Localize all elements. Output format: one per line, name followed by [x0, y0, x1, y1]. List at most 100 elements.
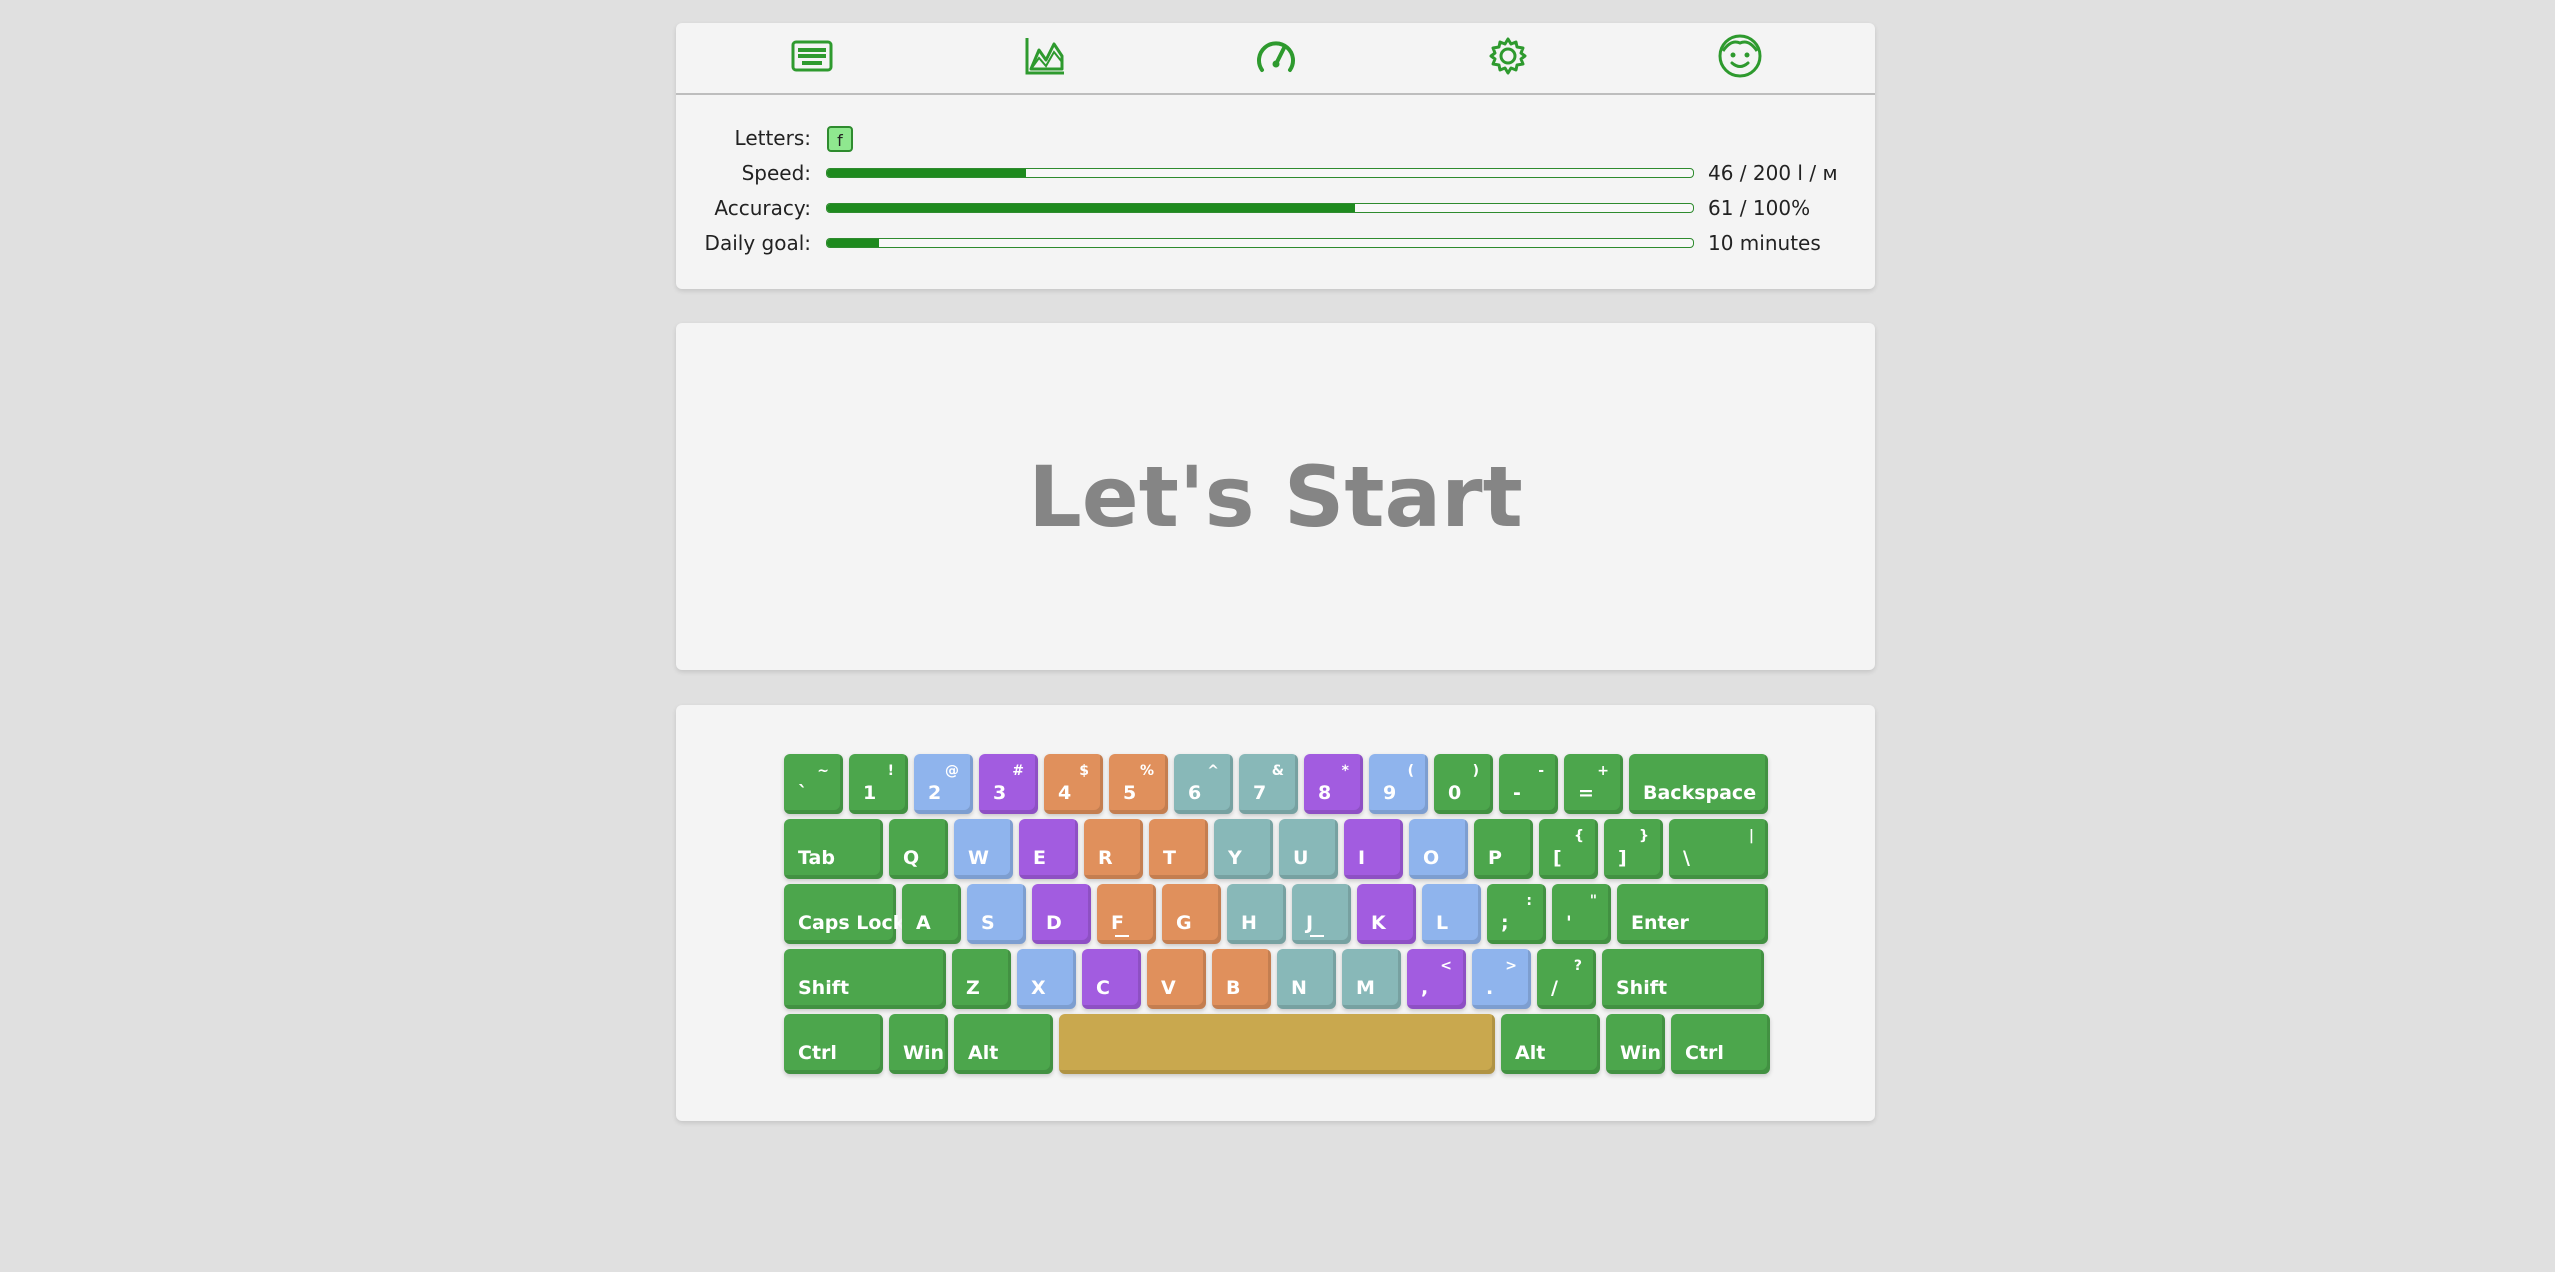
- key-left-bracket[interactable]: [{: [1539, 819, 1598, 879]
- key-shift-label: &: [1271, 763, 1284, 779]
- key-a[interactable]: A: [902, 884, 961, 944]
- key-label: K: [1371, 912, 1386, 934]
- key-g[interactable]: G: [1162, 884, 1221, 944]
- key-1[interactable]: 1!: [849, 754, 908, 814]
- key-label: Ctrl: [798, 1042, 837, 1064]
- key-label: ;: [1501, 912, 1509, 934]
- key-3[interactable]: 3 #: [979, 754, 1038, 814]
- key-label: 6: [1188, 782, 1202, 804]
- key-label: C: [1096, 977, 1110, 999]
- key-9[interactable]: 9(: [1369, 754, 1428, 814]
- key-f[interactable]: F: [1097, 884, 1156, 944]
- key-right-bracket[interactable]: ]}: [1604, 819, 1663, 879]
- key-quote[interactable]: ' ": [1552, 884, 1611, 944]
- key-i[interactable]: I: [1344, 819, 1403, 879]
- key-shift-label: %: [1139, 763, 1154, 779]
- key-label: 2: [928, 782, 942, 804]
- key-win[interactable]: Win: [889, 1014, 948, 1074]
- key-b[interactable]: B: [1212, 949, 1271, 1009]
- key-l[interactable]: L: [1422, 884, 1481, 944]
- key-ctrl[interactable]: Ctrl: [784, 1014, 883, 1074]
- key-d[interactable]: D: [1032, 884, 1091, 944]
- key-label: Z: [966, 977, 980, 999]
- key-enter[interactable]: Enter: [1617, 884, 1768, 944]
- key-period[interactable]: . >: [1472, 949, 1531, 1009]
- key-n[interactable]: N: [1277, 949, 1336, 1009]
- stats-nav-button[interactable]: [1020, 31, 1070, 81]
- key-caps-lock[interactable]: Caps Lock: [784, 884, 905, 944]
- key-j[interactable]: J: [1292, 884, 1351, 944]
- key-label: 0: [1448, 782, 1462, 804]
- key-x[interactable]: X: [1017, 949, 1076, 1009]
- key-backtick[interactable]: ` ~: [784, 754, 843, 814]
- accuracy-row: Accuracy: 61 / 100%: [676, 193, 1875, 223]
- speed-value: 46 / 200 l / м: [1708, 161, 1838, 185]
- key-label: P: [1488, 847, 1502, 869]
- settings-nav-button[interactable]: [1483, 31, 1533, 81]
- key-ctrl[interactable]: Ctrl: [1671, 1014, 1770, 1074]
- key-7[interactable]: 7 &: [1239, 754, 1298, 814]
- key-z[interactable]: Z: [952, 949, 1011, 1009]
- key-label: S: [981, 912, 995, 934]
- speed-nav-button[interactable]: [1251, 31, 1301, 81]
- key-equals[interactable]: = +: [1564, 754, 1623, 814]
- key-win[interactable]: Win: [1606, 1014, 1665, 1074]
- key-8[interactable]: 8 *: [1304, 754, 1363, 814]
- key-k[interactable]: K: [1357, 884, 1416, 944]
- speedometer-icon: [1257, 41, 1295, 72]
- key-label: Enter: [1631, 912, 1689, 934]
- key-label: 5: [1123, 782, 1137, 804]
- key-2[interactable]: 2 @: [914, 754, 973, 814]
- typing-area[interactable]: Let's Start: [676, 323, 1875, 670]
- key-u[interactable]: U: [1279, 819, 1338, 879]
- key-space[interactable]: [1059, 1014, 1495, 1074]
- daily-goal-value: 10 minutes: [1708, 231, 1821, 255]
- accuracy-label: Accuracy:: [714, 196, 811, 220]
- key-h[interactable]: H: [1227, 884, 1286, 944]
- key-label: L: [1436, 912, 1449, 934]
- key-alt[interactable]: Alt: [1501, 1014, 1600, 1074]
- home-key-marker: [1310, 935, 1324, 937]
- key-c[interactable]: C: [1082, 949, 1141, 1009]
- key-label: Win: [903, 1042, 944, 1064]
- key-shift-label: >: [1505, 958, 1517, 974]
- key-label: 1: [863, 782, 877, 804]
- key-label: \: [1683, 847, 1690, 869]
- key-semicolon[interactable]: ;:: [1487, 884, 1546, 944]
- letters-row: Letters: f: [676, 123, 1875, 153]
- key-slash[interactable]: /?: [1537, 949, 1596, 1009]
- key-s[interactable]: S: [967, 884, 1026, 944]
- profile-nav-button[interactable]: [1715, 31, 1765, 81]
- key-backslash[interactable]: \ |: [1669, 819, 1768, 879]
- key-tab[interactable]: Tab: [784, 819, 883, 879]
- key-alt[interactable]: Alt: [954, 1014, 1053, 1074]
- key-label: 9: [1383, 782, 1397, 804]
- accuracy-bar-fill: [827, 204, 1356, 212]
- key-label: -: [1513, 782, 1521, 804]
- key-q[interactable]: Q: [889, 819, 948, 879]
- key-5[interactable]: 5%: [1109, 754, 1168, 814]
- key-4[interactable]: 4 $: [1044, 754, 1103, 814]
- key-p[interactable]: P: [1474, 819, 1533, 879]
- key-m[interactable]: M: [1342, 949, 1401, 1009]
- keyboard-icon: [791, 40, 833, 72]
- practice-nav-button[interactable]: [787, 31, 837, 81]
- key-shift-label: ): [1472, 763, 1479, 779]
- key-backspace[interactable]: Backspace: [1629, 754, 1768, 814]
- key-r[interactable]: R: [1084, 819, 1143, 879]
- key-label: H: [1241, 912, 1257, 934]
- key-shift-label: ": [1589, 893, 1597, 909]
- key-shift[interactable]: Shift: [1602, 949, 1764, 1009]
- key-6[interactable]: 6 ^: [1174, 754, 1233, 814]
- key-minus[interactable]: --: [1499, 754, 1558, 814]
- key-e[interactable]: E: [1019, 819, 1078, 879]
- key-0[interactable]: 0): [1434, 754, 1493, 814]
- key-comma[interactable]: , <: [1407, 949, 1466, 1009]
- key-shift[interactable]: Shift: [784, 949, 946, 1009]
- key-o[interactable]: O: [1409, 819, 1468, 879]
- key-label: A: [916, 912, 931, 934]
- key-y[interactable]: Y: [1214, 819, 1273, 879]
- key-t[interactable]: T: [1149, 819, 1208, 879]
- key-w[interactable]: W: [954, 819, 1013, 879]
- key-v[interactable]: V: [1147, 949, 1206, 1009]
